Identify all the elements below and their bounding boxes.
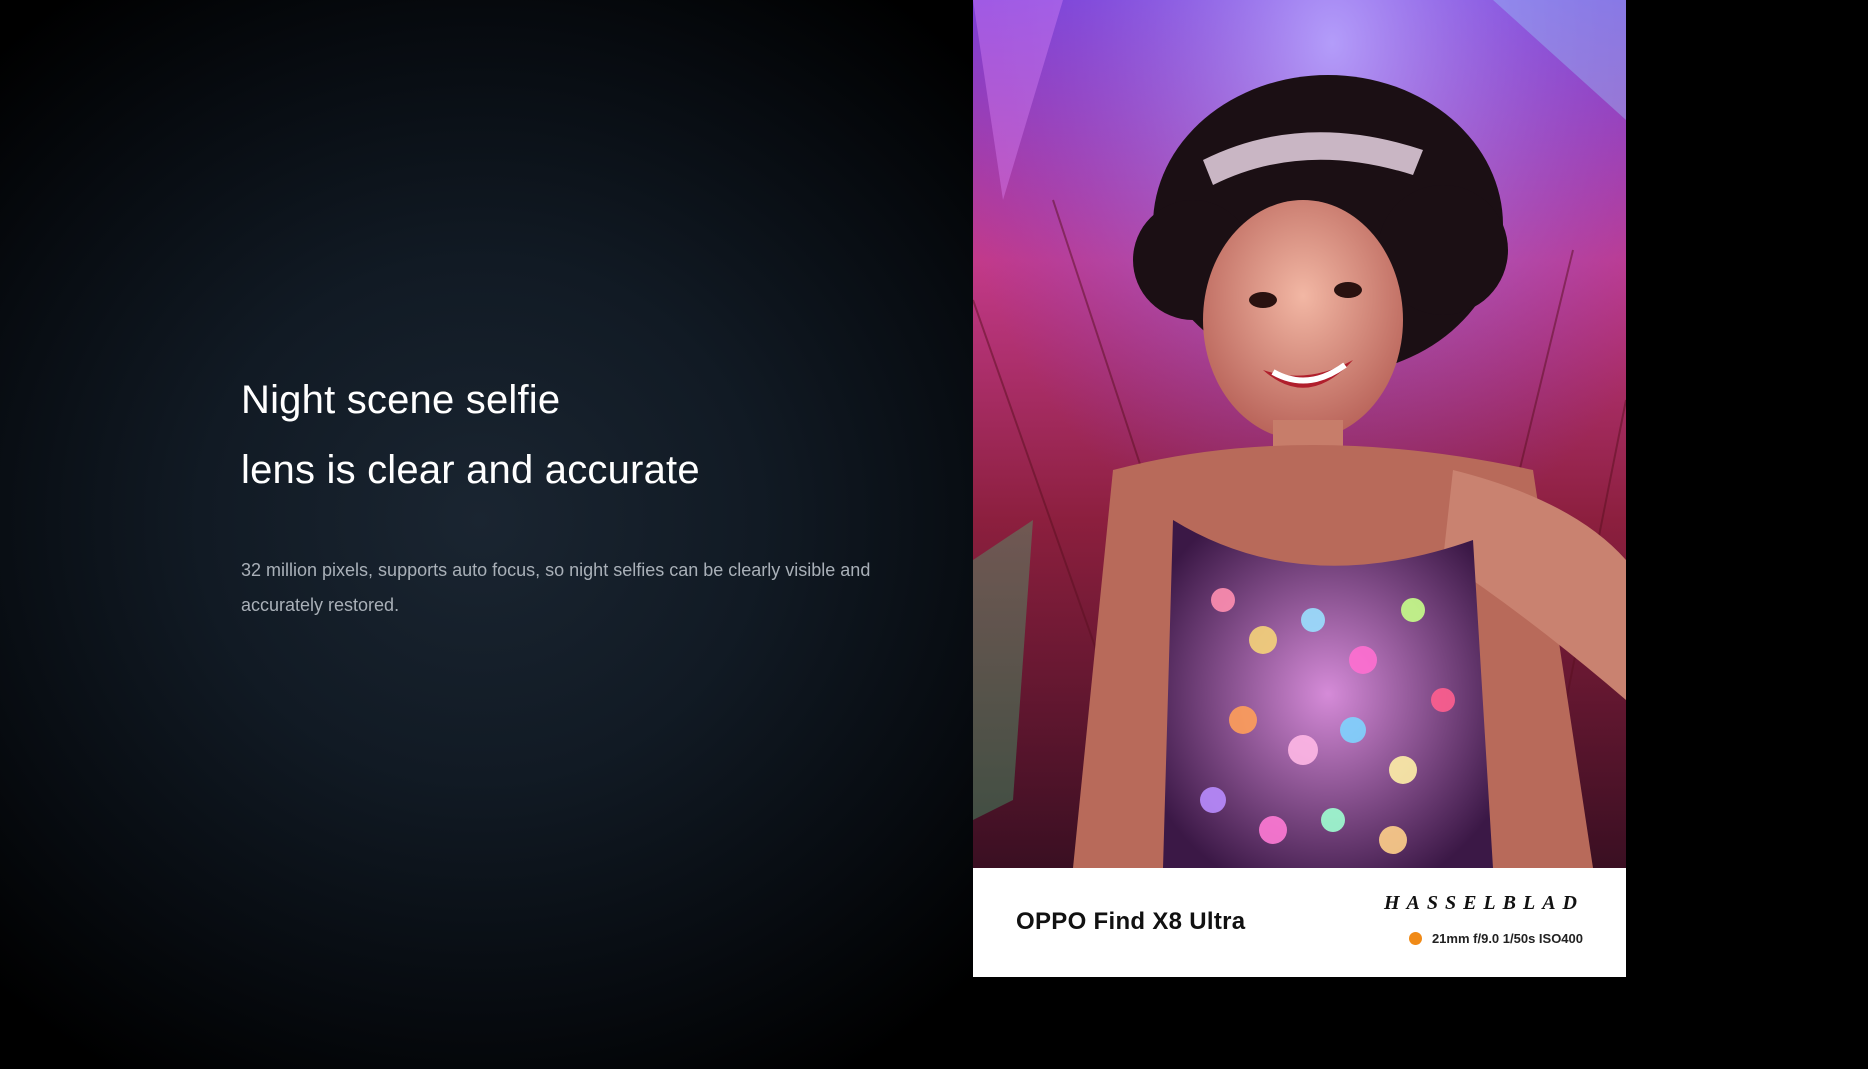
- headline-line-1: Night scene selfie: [241, 378, 561, 422]
- photo-caption: OPPO Find X8 Ultra HASSELBLAD 21mm f/9.0…: [973, 868, 1626, 977]
- feature-description: 32 million pixels, supports auto focus, …: [241, 560, 871, 615]
- hasselblad-logo: HASSELBLAD: [1383, 892, 1584, 914]
- orange-dot-icon: [1408, 932, 1422, 945]
- sample-photo-card: OPPO Find X8 Ultra HASSELBLAD 21mm f/9.0…: [973, 0, 1626, 977]
- feature-text: Night scene selfie lens is clear and acc…: [241, 365, 901, 641]
- camera-specs: 21mm f/9.0 1/50s ISO400: [1408, 931, 1583, 946]
- selfie-photo: [973, 0, 1626, 868]
- phone-model-label: OPPO Find X8 Ultra: [1016, 908, 1246, 935]
- feature-headline: Night scene selfie lens is clear and acc…: [241, 365, 901, 505]
- camera-specs-text: 21mm f/9.0 1/50s ISO400: [1431, 931, 1583, 946]
- selfie-photo-image: [973, 0, 1626, 868]
- feature-section: Night scene selfie lens is clear and acc…: [0, 0, 1868, 1069]
- headline-line-2: lens is clear and accurate: [241, 448, 700, 492]
